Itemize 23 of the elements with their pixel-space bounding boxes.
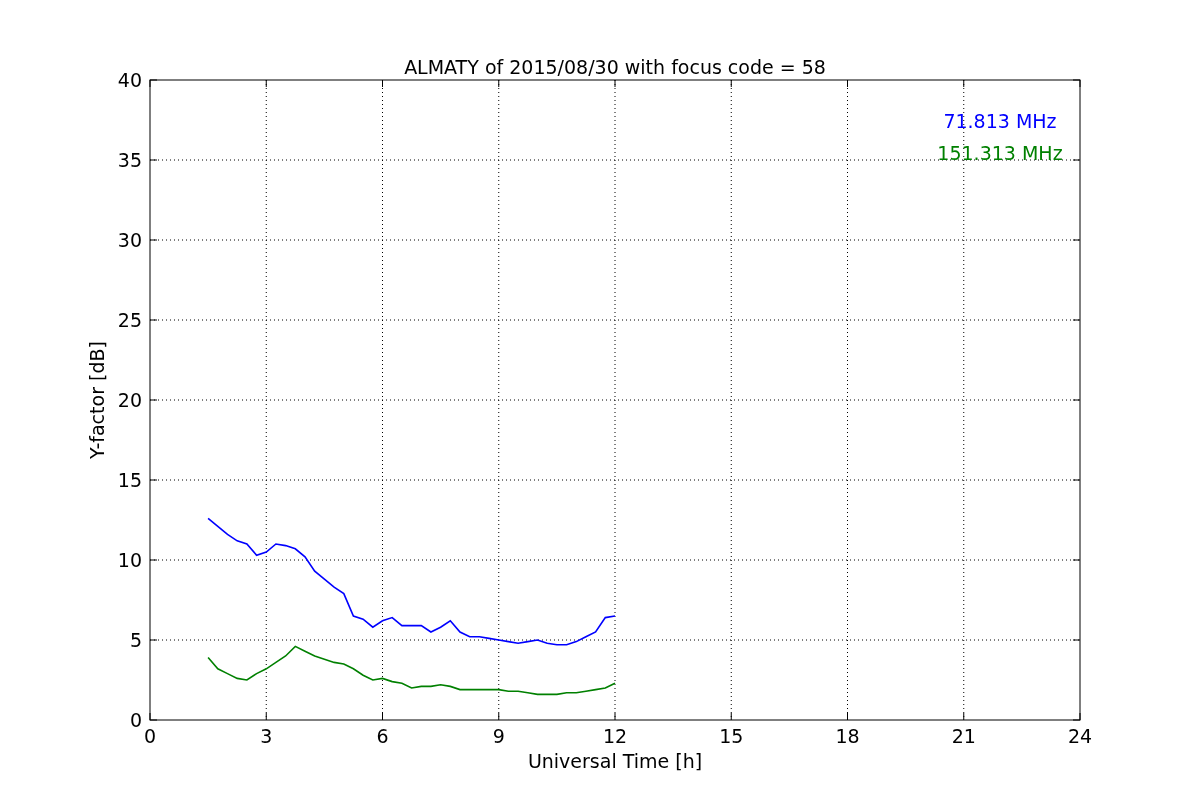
x-axis-label: Universal Time [h] [527,750,703,772]
x-tick-label: 21 [951,725,976,747]
y-tick-label: 10 [117,549,142,571]
y-tick-label: 25 [117,309,142,331]
y-axis-label: Y-factor [dB] [86,341,108,459]
x-tick-label: 3 [260,725,273,747]
x-tick-label: 12 [602,725,628,747]
x-tick-label: 24 [1067,725,1093,747]
x-tick-label: 15 [719,725,744,747]
legend-label: 151.313 MHz [937,142,1063,164]
legend-label: 71.813 MHz [943,110,1057,132]
y-tick-label: 30 [117,229,142,251]
y-tick-label: 5 [129,629,142,651]
x-tick-label: 18 [835,725,860,747]
x-tick-label: 0 [143,725,157,747]
y-tick-label: 15 [117,469,142,491]
x-tick-label: 6 [376,725,389,747]
y-tick-label: 0 [129,709,142,731]
chart-title: ALMATY of 2015/08/30 with focus code = 58 [404,56,826,78]
y-tick-label: 40 [117,69,142,91]
y-tick-label: 35 [117,149,142,171]
x-tick-label: 9 [492,725,505,747]
y-tick-label: 20 [117,389,142,411]
